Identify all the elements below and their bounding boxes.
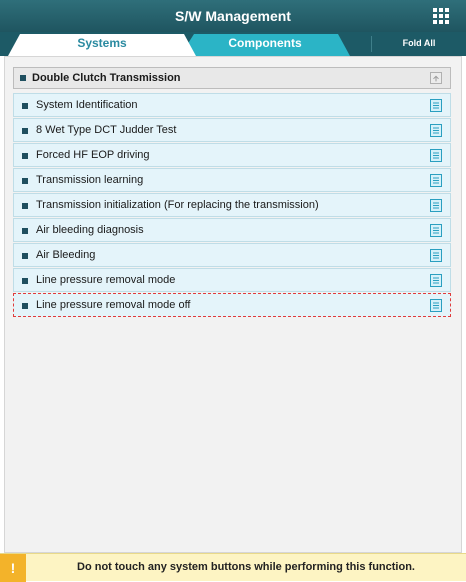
bullet-square-icon bbox=[22, 178, 28, 184]
document-icon[interactable] bbox=[430, 199, 442, 212]
bullet-square-icon bbox=[22, 103, 28, 109]
function-label: Line pressure removal mode bbox=[36, 274, 176, 286]
tab-components-label: Components bbox=[228, 36, 302, 50]
system-list-panel: Double Clutch Transmission System Identi… bbox=[4, 56, 462, 553]
document-icon[interactable] bbox=[430, 149, 442, 162]
tab-systems-label: Systems bbox=[77, 36, 127, 50]
tab-systems[interactable]: Systems bbox=[8, 32, 196, 56]
document-icon[interactable] bbox=[430, 174, 442, 187]
document-icon[interactable] bbox=[430, 124, 442, 137]
page-title: S/W Management bbox=[175, 8, 291, 24]
document-icon[interactable] bbox=[430, 99, 442, 112]
function-row-line-pressure-removal-mode[interactable]: Line pressure removal mode bbox=[13, 268, 451, 292]
collapse-up-icon[interactable] bbox=[430, 72, 442, 84]
bullet-square-icon bbox=[22, 278, 28, 284]
function-row-line-pressure-removal-mode-off[interactable]: Line pressure removal mode off bbox=[13, 293, 451, 317]
title-bar: S/W Management bbox=[0, 0, 466, 32]
bullet-square-icon bbox=[22, 303, 28, 309]
bullet-square-icon bbox=[22, 128, 28, 134]
function-label: System Identification bbox=[36, 99, 138, 111]
bullet-square-icon bbox=[22, 228, 28, 234]
group-title: Double Clutch Transmission bbox=[32, 72, 181, 84]
document-icon[interactable] bbox=[430, 249, 442, 262]
group-double-clutch-transmission[interactable]: Double Clutch Transmission bbox=[13, 67, 451, 89]
bullet-square-icon bbox=[22, 153, 28, 159]
function-row-forced-hf-eop-driving[interactable]: Forced HF EOP driving bbox=[13, 143, 451, 167]
function-label: Air Bleeding bbox=[36, 249, 96, 261]
function-label: Line pressure removal mode off bbox=[36, 299, 191, 311]
document-icon[interactable] bbox=[430, 224, 442, 237]
function-label: 8 Wet Type DCT Judder Test bbox=[36, 124, 177, 136]
warning-message: Do not touch any system buttons while pe… bbox=[77, 561, 415, 573]
function-label: Forced HF EOP driving bbox=[36, 149, 150, 161]
tab-bar: Components Systems Fold All bbox=[0, 32, 466, 56]
document-icon[interactable] bbox=[430, 274, 442, 287]
function-row-transmission-initialization[interactable]: Transmission initialization (For replaci… bbox=[13, 193, 451, 217]
function-row-dct-judder-test[interactable]: 8 Wet Type DCT Judder Test bbox=[13, 118, 451, 142]
bullet-square-icon bbox=[20, 75, 26, 81]
warning-icon: ! bbox=[0, 554, 26, 582]
function-row-system-identification[interactable]: System Identification bbox=[13, 93, 451, 117]
fold-all-button[interactable]: Fold All bbox=[372, 32, 466, 56]
function-row-air-bleeding-diagnosis[interactable]: Air bleeding diagnosis bbox=[13, 218, 451, 242]
bullet-square-icon bbox=[22, 203, 28, 209]
function-label: Transmission initialization (For replaci… bbox=[36, 199, 319, 211]
function-row-air-bleeding[interactable]: Air Bleeding bbox=[13, 243, 451, 267]
document-icon[interactable] bbox=[430, 299, 442, 312]
tab-components[interactable]: Components bbox=[180, 32, 350, 56]
warning-footer: ! Do not touch any system buttons while … bbox=[0, 553, 466, 582]
function-label: Transmission learning bbox=[36, 174, 144, 186]
function-label: Air bleeding diagnosis bbox=[36, 224, 144, 236]
bullet-square-icon bbox=[22, 253, 28, 259]
function-row-transmission-learning[interactable]: Transmission learning bbox=[13, 168, 451, 192]
grid-menu-icon[interactable] bbox=[432, 7, 450, 25]
